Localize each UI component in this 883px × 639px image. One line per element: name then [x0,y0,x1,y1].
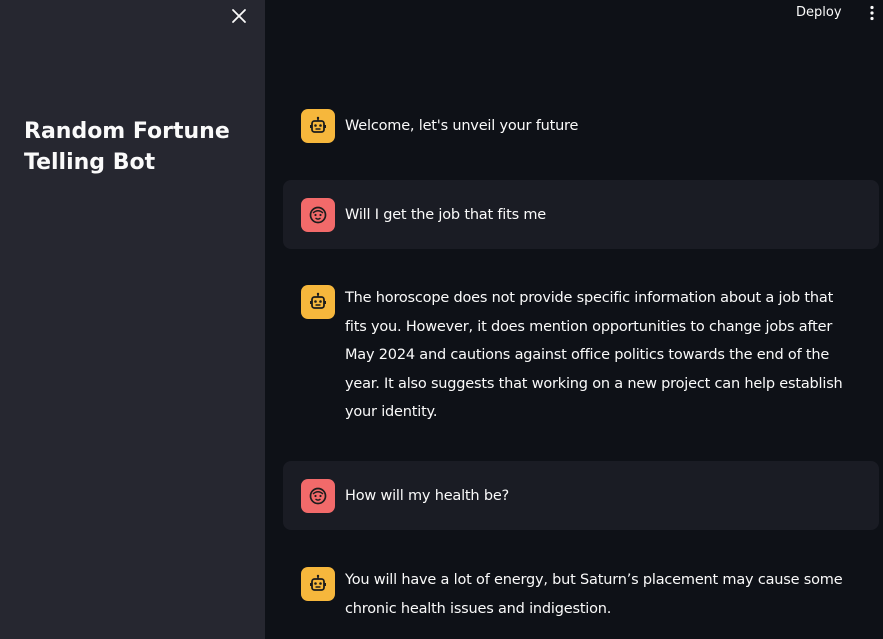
deploy-button[interactable]: Deploy [788,0,850,26]
smiley-face-icon [309,206,327,224]
robot-face-icon [310,574,326,591]
chat-message-assistant: Welcome, let's unveil your future [283,108,879,148]
message-text: Will I get the job that fits me [345,207,547,223]
chat-message-user: Will I get the job that fits me [283,180,879,249]
message-text: How will my health be? [345,488,510,504]
close-icon [232,9,246,23]
app-root: Random Fortune Telling Bot Deploy Welcom… [0,0,883,639]
user-avatar [301,479,335,513]
assistant-avatar [301,109,335,143]
main-menu-button[interactable] [862,2,882,24]
smiley-face-icon [309,487,327,505]
app-title: Random Fortune Telling Bot [24,119,230,175]
assistant-avatar [301,285,335,319]
user-avatar [301,198,335,232]
chat-message-user: How will my health be? [283,461,879,530]
chat-message-assistant: The horoscope does not provide specific … [283,284,879,429]
message-text: Welcome, let's unveil your future [345,118,579,134]
assistant-avatar [301,567,335,601]
robot-face-icon [310,116,326,133]
message-text: The horoscope does not provide specific … [345,290,843,420]
close-sidebar-button[interactable] [227,4,251,28]
robot-face-icon [310,292,326,309]
message-text: You will have a lot of energy, but Satur… [345,572,843,617]
sidebar: Random Fortune Telling Bot [0,0,265,639]
chat-message-assistant: You will have a lot of energy, but Satur… [283,566,879,630]
vertical-ellipsis-icon [870,5,874,21]
